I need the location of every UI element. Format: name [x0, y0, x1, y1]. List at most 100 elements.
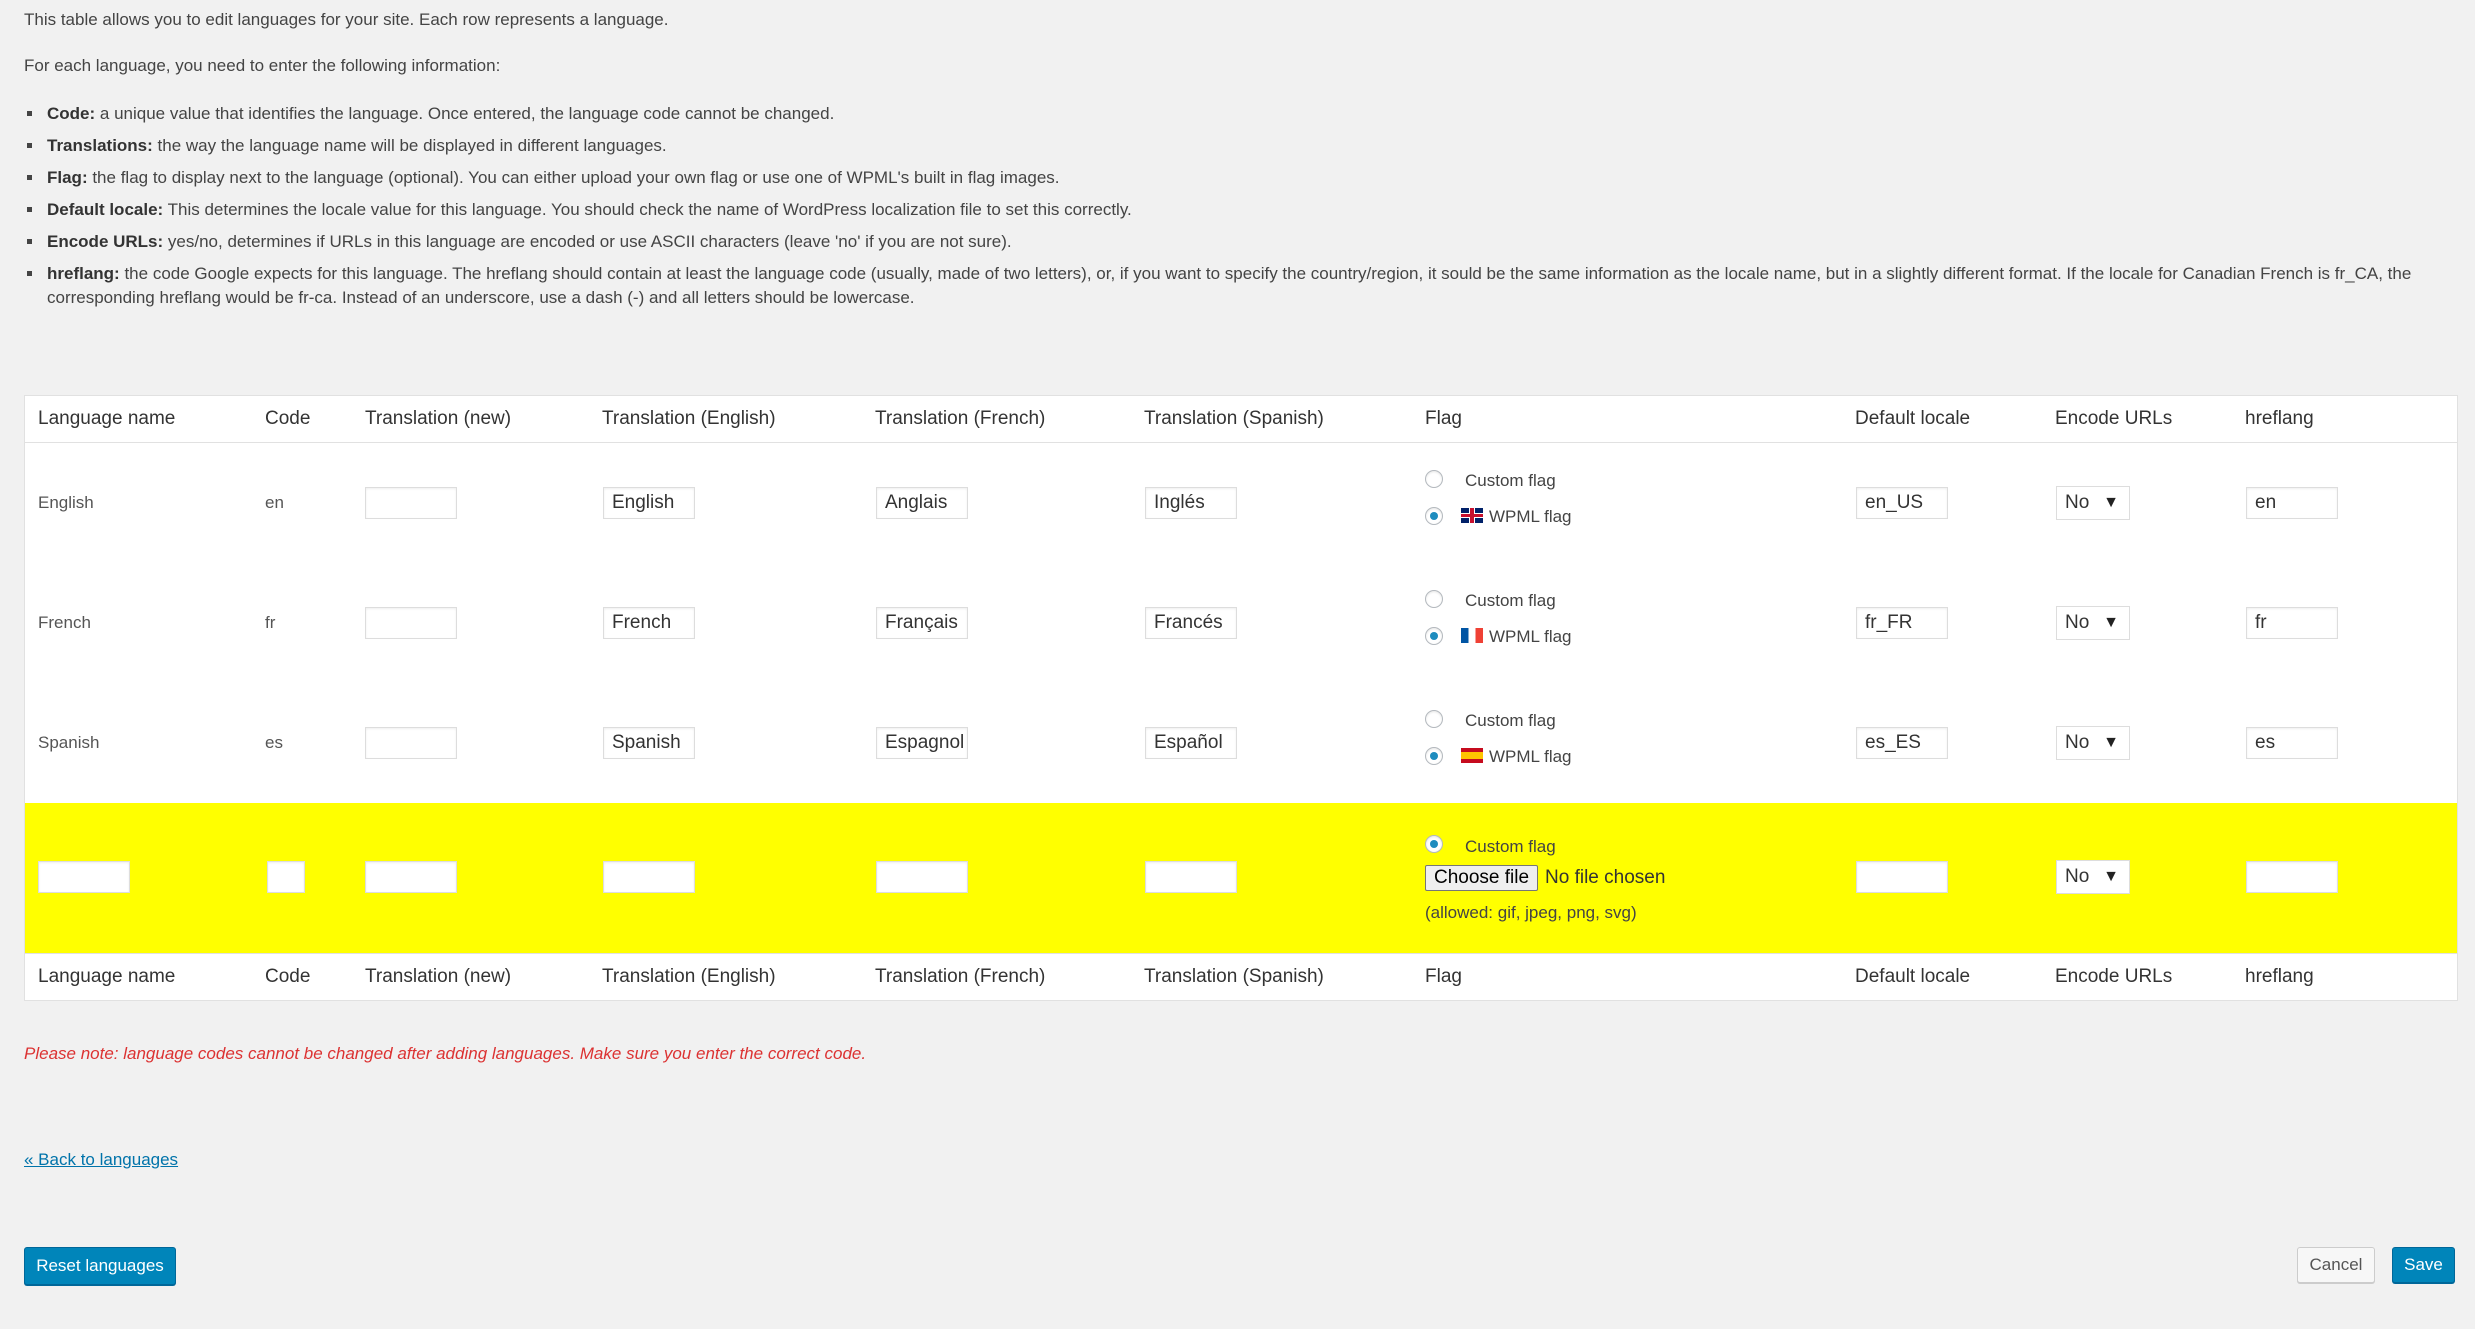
translation-spanish-input[interactable]: Francés [1145, 607, 1237, 639]
col-code: Code [265, 408, 311, 429]
new-translation-new-input[interactable] [365, 861, 457, 893]
col-translation-english: Translation (English) [602, 408, 776, 429]
instructions: This table allows you to edit languages … [24, 0, 2455, 318]
col-translation-spanish: Translation (Spanish) [1144, 408, 1324, 429]
wpml-flag-label: WPML flag [1489, 507, 1572, 526]
field-desc-flag: Flag: the flag to display next to the la… [44, 166, 2455, 190]
language-name: French [38, 613, 91, 632]
col-flag: Flag [1425, 966, 1462, 987]
intro-text: This table allows you to edit languages … [24, 10, 669, 29]
hreflang-input[interactable]: es [2246, 727, 2338, 759]
col-language-name: Language name [38, 408, 176, 429]
dropdown-arrow-icon: ▼ [2103, 494, 2119, 511]
back-to-languages-link[interactable]: « Back to languages [24, 1150, 178, 1170]
encode-urls-select[interactable]: No ▼ [2056, 606, 2130, 640]
allowed-formats: (allowed: gif, jpeg, png, svg) [1425, 903, 1637, 922]
translation-english-input[interactable]: French [603, 607, 695, 639]
translation-spanish-input[interactable]: Inglés [1145, 487, 1237, 519]
field-desc-locale: Default locale: This determines the loca… [44, 198, 2455, 222]
hreflang-input[interactable]: en [2246, 487, 2338, 519]
field-desc-translations: Translations: the way the language name … [44, 134, 2455, 158]
custom-flag-radio[interactable] [1425, 590, 1443, 608]
col-default-locale: Default locale [1855, 966, 1971, 987]
translation-new-input[interactable] [365, 487, 457, 519]
new-translation-french-input[interactable] [876, 861, 968, 893]
col-translation-spanish: Translation (Spanish) [1144, 966, 1324, 987]
france-flag-icon [1461, 628, 1483, 643]
custom-flag-label: Custom flag [1465, 591, 1556, 610]
field-desc-code: Code: a unique value that identifies the… [44, 102, 2455, 126]
dropdown-arrow-icon: ▼ [2103, 734, 2119, 751]
wpml-flag-radio[interactable] [1425, 507, 1443, 525]
encode-urls-select[interactable]: No ▼ [2056, 726, 2130, 760]
wpml-flag-radio[interactable] [1425, 747, 1443, 765]
reset-languages-button[interactable]: Reset languages [24, 1247, 176, 1285]
col-flag: Flag [1425, 408, 1462, 429]
dropdown-arrow-icon: ▼ [2103, 614, 2119, 631]
table-header: Language name Code Translation (new) Tra… [25, 396, 2457, 443]
table-row: English en English Anglais Inglés Custom… [25, 443, 2457, 563]
custom-flag-label: Custom flag [1465, 837, 1556, 856]
translation-english-input[interactable]: Spanish [603, 727, 695, 759]
new-translation-spanish-input[interactable] [1145, 861, 1237, 893]
default-locale-input[interactable]: en_US [1856, 487, 1948, 519]
default-locale-input[interactable]: es_ES [1856, 727, 1948, 759]
languages-table: Language name Code Translation (new) Tra… [24, 395, 2458, 1001]
dropdown-arrow-icon: ▼ [2103, 868, 2119, 885]
language-code: en [265, 493, 284, 512]
col-code: Code [265, 966, 311, 987]
new-translation-english-input[interactable] [603, 861, 695, 893]
wpml-flag-radio[interactable] [1425, 627, 1443, 645]
custom-flag-radio[interactable] [1425, 470, 1443, 488]
language-code: es [265, 733, 283, 752]
encode-urls-select[interactable]: No ▼ [2056, 486, 2130, 520]
language-code-warning: Please note: language codes cannot be ch… [24, 1044, 867, 1063]
new-code-input[interactable] [267, 861, 305, 893]
translation-french-input[interactable]: Anglais [876, 487, 968, 519]
field-desc-encode: Encode URLs: yes/no, determines if URLs … [44, 230, 2455, 254]
cancel-button[interactable]: Cancel [2297, 1247, 2375, 1283]
translation-english-input[interactable]: English [603, 487, 695, 519]
field-descriptions: Code: a unique value that identifies the… [24, 102, 2455, 310]
file-status: No file chosen [1545, 867, 1666, 888]
translation-spanish-input[interactable]: Español [1145, 727, 1237, 759]
uk-flag-icon [1461, 508, 1483, 523]
new-hreflang-input[interactable] [2246, 861, 2338, 893]
new-language-name-input[interactable] [38, 861, 130, 893]
table-footer: Language name Code Translation (new) Tra… [25, 953, 2457, 1000]
col-default-locale: Default locale [1855, 408, 1971, 429]
spain-flag-icon [1461, 748, 1483, 763]
col-translation-new: Translation (new) [365, 966, 512, 987]
table-row: French fr French Français Francés Custom… [25, 563, 2457, 683]
hreflang-input[interactable]: fr [2246, 607, 2338, 639]
translation-french-input[interactable]: Espagnol [876, 727, 968, 759]
col-translation-english: Translation (English) [602, 966, 776, 987]
col-language-name: Language name [38, 966, 176, 987]
new-default-locale-input[interactable] [1856, 861, 1948, 893]
col-hreflang: hreflang [2245, 966, 2314, 987]
wpml-flag-label: WPML flag [1489, 747, 1572, 766]
new-encode-urls-select[interactable]: No ▼ [2056, 860, 2130, 894]
language-code: fr [265, 613, 276, 632]
col-encode-urls: Encode URLs [2055, 966, 2173, 987]
custom-flag-radio[interactable] [1425, 710, 1443, 728]
table-row: Spanish es Spanish Espagnol Español Cust… [25, 683, 2457, 803]
save-button[interactable]: Save [2392, 1247, 2455, 1283]
col-hreflang: hreflang [2245, 408, 2314, 429]
translation-new-input[interactable] [365, 607, 457, 639]
col-translation-french: Translation (French) [875, 966, 1046, 987]
translation-new-input[interactable] [365, 727, 457, 759]
wpml-flag-label: WPML flag [1489, 627, 1572, 646]
default-locale-input[interactable]: fr_FR [1856, 607, 1948, 639]
custom-flag-label: Custom flag [1465, 471, 1556, 490]
intro-subtext: For each language, you need to enter the… [24, 56, 501, 75]
choose-file-button[interactable]: Choose file [1425, 865, 1539, 891]
language-name: English [38, 493, 94, 512]
col-translation-new: Translation (new) [365, 408, 512, 429]
col-translation-french: Translation (French) [875, 408, 1046, 429]
translation-french-input[interactable]: Français [876, 607, 968, 639]
col-encode-urls: Encode URLs [2055, 408, 2173, 429]
custom-flag-label: Custom flag [1465, 711, 1556, 730]
new-language-row: Custom flag Choose file No file chosen (… [25, 803, 2457, 953]
custom-flag-radio[interactable] [1425, 835, 1443, 853]
